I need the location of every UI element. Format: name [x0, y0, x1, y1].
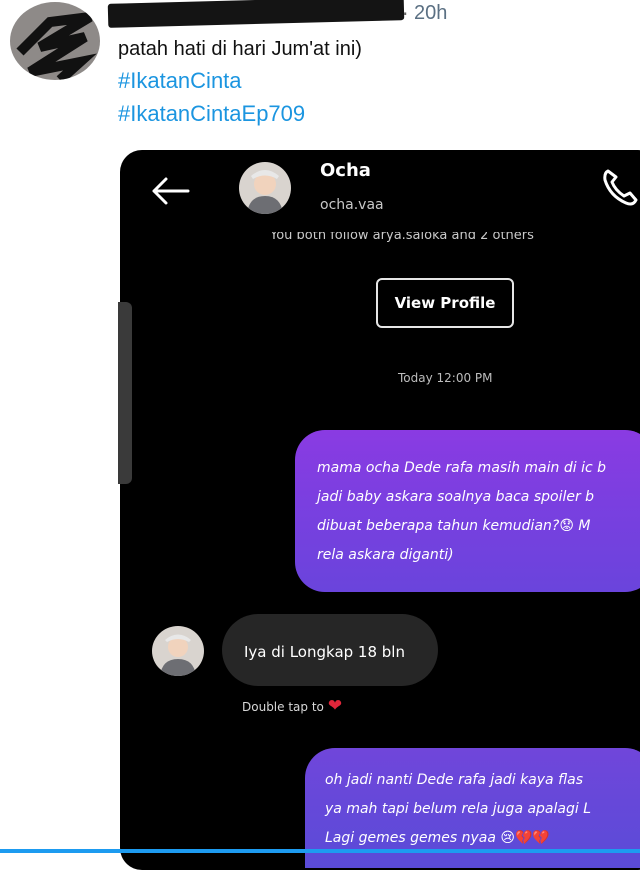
- message-line: ya mah tapi belum rela juga apalagi L: [325, 801, 592, 817]
- mutual-follow-text: You both follow arya.saloka and 2 others: [270, 232, 534, 243]
- contact-name: Ocha: [320, 160, 371, 181]
- image-side-edge: [118, 302, 132, 484]
- double-tap-hint: Double tap to ❤: [242, 696, 343, 716]
- incoming-message-bubble: Iya di Longkap 18 bln: [222, 614, 438, 686]
- time-separator: ·: [402, 2, 409, 26]
- message-line: dibuat beberapa tahun kemudian?😟 M: [317, 518, 591, 534]
- view-profile-button: View Profile: [376, 278, 514, 328]
- back-arrow-icon: [152, 177, 190, 205]
- phone-call-icon: [603, 169, 638, 206]
- message-line: rela askara diganti): [317, 547, 454, 563]
- message-timestamp: Today 12:00 PM: [398, 371, 493, 385]
- username-redaction: [107, 0, 405, 28]
- crying-emoji: 😢: [500, 830, 515, 846]
- contact-avatar: [239, 162, 291, 214]
- tweet-text: patah hati di hari Jum'at ini): [118, 38, 362, 60]
- broken-heart-emoji: 💔💔: [514, 830, 550, 846]
- message-line: jadi baby askara soalnya baca spoiler b: [317, 489, 595, 505]
- message-line: mama ocha Dede rafa masih main di ic b: [317, 460, 606, 476]
- contact-avatar-small: [152, 626, 204, 676]
- outgoing-message-bubble: mama ocha Dede rafa masih main di ic b j…: [295, 430, 640, 592]
- avatar-redaction-scribble: [16, 12, 97, 80]
- bottom-accent-bar: [0, 849, 640, 853]
- hashtag-link[interactable]: #IkatanCintaEp709: [118, 101, 305, 127]
- heart-icon: ❤: [327, 696, 343, 716]
- tweet-time[interactable]: 20h: [414, 2, 447, 25]
- contact-username: ocha.vaa: [320, 197, 384, 213]
- message-line: oh jadi nanti Dede rafa jadi kaya flas: [325, 772, 583, 788]
- user-avatar[interactable]: [10, 2, 100, 80]
- sad-face-emoji: 😟: [559, 518, 574, 534]
- hashtag-link[interactable]: #IkatanCinta: [118, 68, 242, 94]
